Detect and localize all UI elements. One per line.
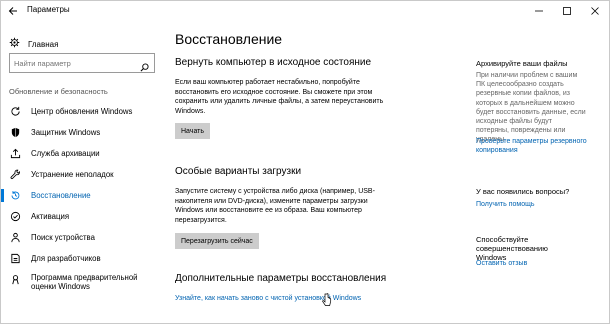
sidebar-item-label: Устранение неполадок (31, 170, 114, 179)
clean-install-link[interactable]: Узнайте, как начать заново с чистой уста… (175, 295, 361, 302)
sidebar-nav: Центр обновления Windows Защитник Window… (1, 101, 161, 297)
person-pin-icon (9, 232, 21, 244)
sidebar-item-windows-update[interactable]: Центр обновления Windows (1, 101, 161, 122)
refresh-icon (9, 106, 21, 118)
back-arrow-icon[interactable] (7, 4, 19, 16)
reset-description: Если ваш компьютер работает нестабильно,… (175, 79, 384, 115)
sidebar-item-recovery[interactable]: Восстановление (1, 185, 161, 206)
insider-icon (9, 273, 21, 285)
sidebar-item-developers[interactable]: Для разработчиков (1, 248, 161, 269)
sidebar-item-label: Служба архивации (31, 149, 100, 158)
feedback-link[interactable]: Оставить отзыв (476, 259, 596, 268)
more-options-heading: Дополнительные параметры восстановления (175, 273, 387, 284)
sidebar-home[interactable]: Главная (9, 35, 58, 53)
close-icon[interactable] (581, 1, 609, 21)
window-controls (525, 1, 609, 21)
backup-settings-link[interactable]: Проверьте параметры резервного копирован… (476, 137, 596, 155)
sidebar-home-label: Главная (28, 39, 59, 49)
wrench-icon (9, 169, 21, 181)
sidebar-item-label: Для разработчиков (31, 254, 101, 263)
sidebar-item-label: Программа предварительной оценки Windows (31, 273, 138, 291)
settings-window: Параметры Главная Обновлен (0, 0, 610, 324)
page-title: Восстановление (175, 31, 283, 47)
sidebar-item-label: Центр обновления Windows (31, 107, 133, 116)
get-help-link[interactable]: Получить помощь (476, 200, 596, 209)
window-title: Параметры (27, 5, 70, 14)
sidebar-item-troubleshoot[interactable]: Устранение неполадок (1, 164, 161, 185)
shield-icon (9, 127, 21, 139)
mouse-cursor-icon (322, 293, 332, 312)
sidebar-item-insider[interactable]: Программа предварительной оценки Windows (1, 269, 161, 297)
sidebar-item-activation[interactable]: Активация (1, 206, 161, 227)
minimize-icon[interactable] (525, 1, 553, 21)
title-bar: Параметры (1, 1, 609, 21)
restart-now-button[interactable]: Перезагрузить сейчас (175, 233, 259, 249)
advanced-startup-heading: Особые варианты загрузки (175, 166, 302, 177)
sidebar-section-label: Обновление и безопасность (9, 87, 108, 96)
sidebar-item-label: Защитник Windows (31, 128, 101, 137)
sidebar: Главная Обновление и безопасность Центр … (1, 23, 161, 323)
sidebar-item-label: Поиск устройства (31, 233, 95, 242)
activation-check-icon (9, 211, 21, 223)
search-input[interactable] (14, 57, 134, 69)
developer-tools-icon (9, 253, 21, 265)
reset-heading: Вернуть компьютер в исходное состояние (175, 57, 372, 68)
history-icon (9, 190, 21, 202)
start-reset-button[interactable]: Начать (175, 123, 211, 139)
maximize-icon[interactable] (553, 1, 581, 21)
search-icon[interactable] (140, 59, 149, 77)
sidebar-item-backup[interactable]: Служба архивации (1, 143, 161, 164)
question-heading: У вас появились вопросы? (476, 187, 570, 196)
sidebar-item-label: Восстановление (31, 191, 91, 200)
home-gear-icon (9, 35, 20, 53)
sidebar-item-find-device[interactable]: Поиск устройства (1, 227, 161, 248)
search-box[interactable] (9, 53, 155, 73)
sidebar-item-defender[interactable]: Защитник Windows (1, 122, 161, 143)
backup-description: При наличии проблем с вашим ПК целесообр… (476, 72, 586, 144)
sidebar-item-label: Активация (31, 212, 70, 221)
archive-upload-icon (9, 148, 21, 160)
backup-heading: Архивируйте ваши файлы (476, 59, 568, 68)
advanced-startup-description: Запустите систему с устройства либо диск… (175, 188, 375, 224)
